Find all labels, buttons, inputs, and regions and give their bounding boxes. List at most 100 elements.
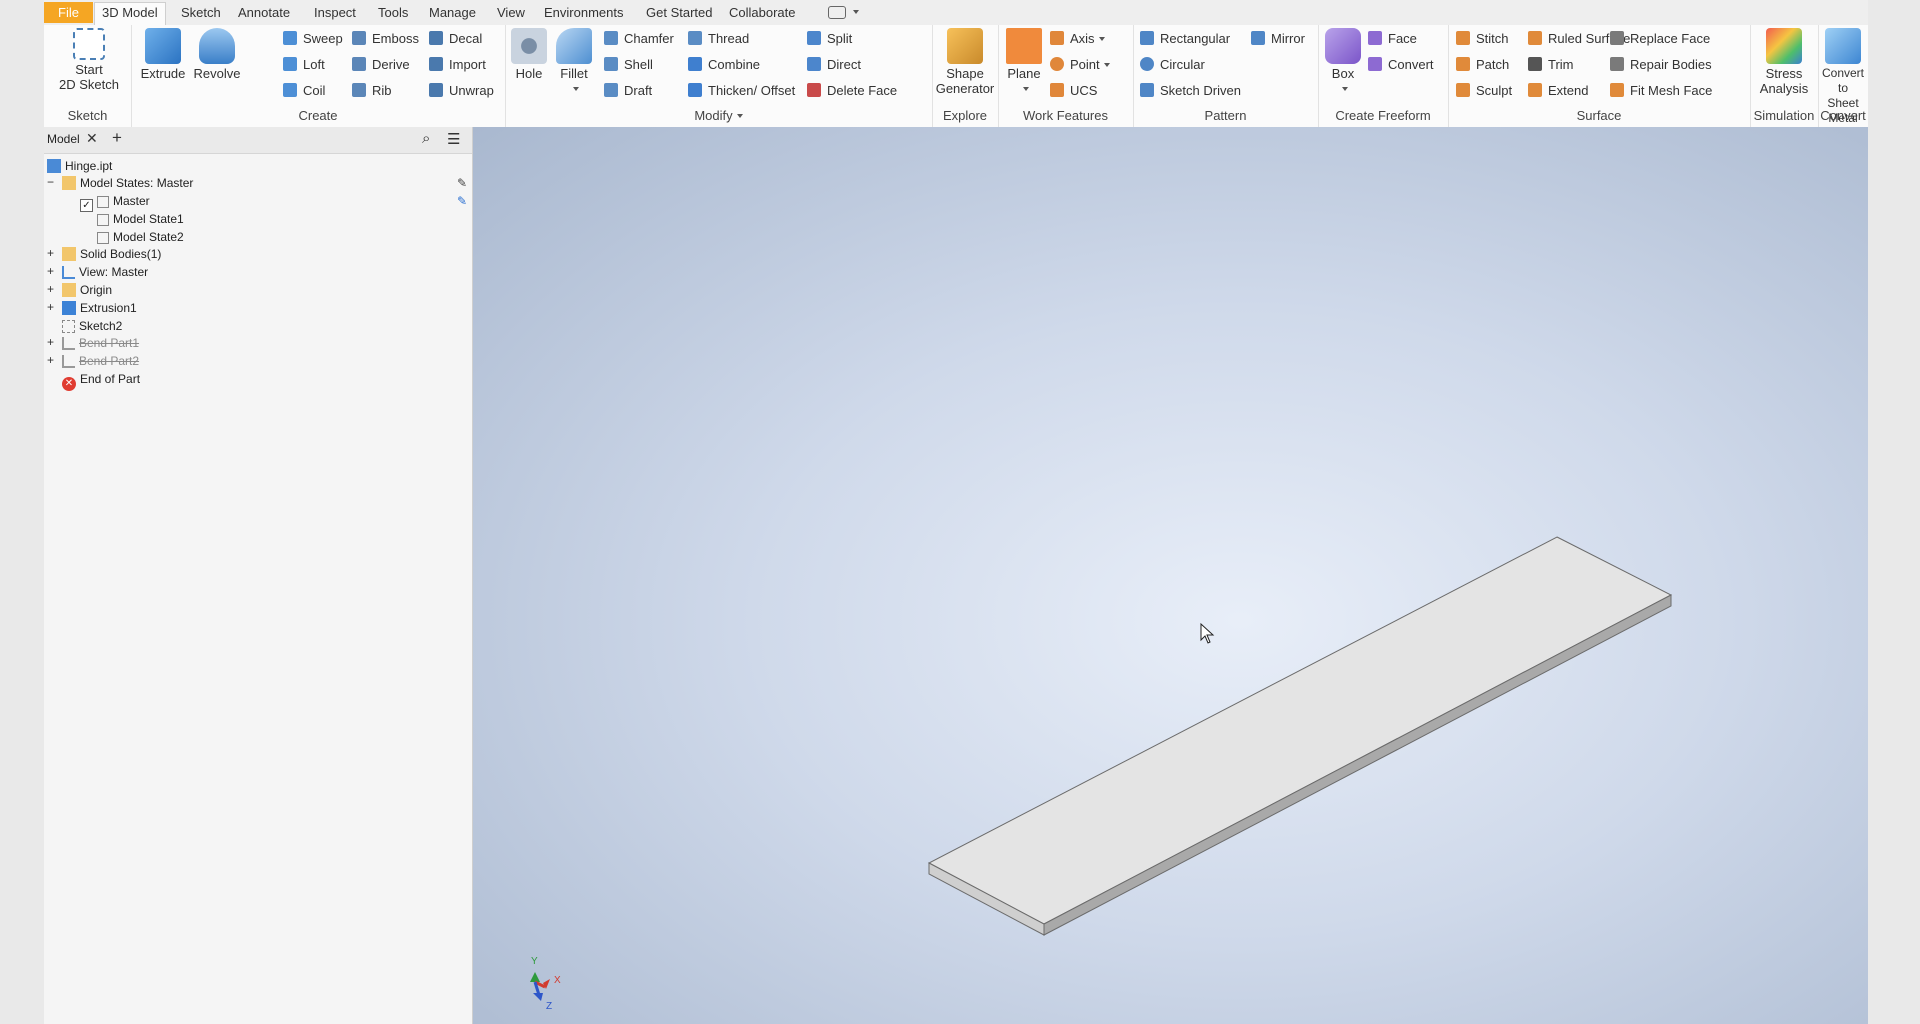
sweep-button[interactable]: Sweep — [283, 29, 343, 49]
rectangular-pattern-button[interactable]: Rectangular — [1140, 29, 1230, 49]
circular-pattern-button[interactable]: Circular — [1140, 55, 1205, 75]
graphics-viewport[interactable]: Y X Z — [473, 127, 1868, 1024]
shape-generator-button[interactable]: Shape Generator — [934, 28, 996, 96]
tree-item-master[interactable]: ✓ Master — [80, 191, 150, 212]
tree-item-solid-bodies[interactable]: Solid Bodies(1) — [62, 244, 161, 264]
coil-button[interactable]: Coil — [283, 81, 325, 101]
part-top-face[interactable] — [927, 536, 1673, 925]
expand-icon[interactable]: + — [47, 354, 56, 366]
shell-icon — [604, 57, 618, 71]
hole-icon — [511, 28, 547, 64]
edit-pencil-icon[interactable]: ✎ — [457, 176, 467, 190]
tab-3d-model[interactable]: 3D Model — [94, 2, 166, 25]
tree-item-model-states[interactable]: Model States: Master — [62, 173, 193, 193]
revolve-button[interactable]: Revolve — [191, 28, 243, 81]
hole-button[interactable]: Hole — [509, 28, 549, 81]
thicken-offset-button[interactable]: Thicken/ Offset — [688, 81, 795, 101]
plane-button[interactable]: Plane — [1004, 28, 1044, 96]
panel-title-modify[interactable]: Modify — [505, 108, 932, 123]
rib-button[interactable]: Rib — [352, 81, 392, 101]
expand-icon[interactable]: + — [47, 336, 56, 348]
split-button[interactable]: Split — [807, 29, 852, 49]
panel-simulation: Stress Analysis Simulation — [1750, 25, 1819, 127]
tab-inspect[interactable]: Inspect — [307, 3, 363, 22]
expand-icon[interactable]: + — [47, 247, 56, 259]
tab-manage[interactable]: Manage — [422, 3, 483, 22]
tab-environments[interactable]: Environments — [537, 3, 630, 22]
close-icon[interactable]: ✕ — [86, 130, 98, 147]
combine-button[interactable]: Combine — [688, 55, 760, 75]
sculpt-button[interactable]: Sculpt — [1456, 81, 1512, 101]
loft-button[interactable]: Loft — [283, 55, 325, 75]
shell-button[interactable]: Shell — [604, 55, 653, 75]
emboss-button[interactable]: Emboss — [352, 29, 419, 49]
decal-button[interactable]: Decal — [429, 29, 482, 49]
tree-item-end-of-part[interactable]: ✕ End of Part — [62, 369, 140, 391]
import-button[interactable]: Import — [429, 55, 486, 75]
mirror-icon — [1251, 31, 1265, 45]
panel-title-work-features: Work Features — [1022, 108, 1108, 123]
box-button[interactable]: Box — [1324, 28, 1362, 96]
tree-item-bend-part1[interactable]: Bend Part1 — [62, 333, 139, 353]
mirror-button[interactable]: Mirror — [1251, 29, 1305, 49]
browser-header: Model ✕ + ⌕ ☰ — [44, 127, 472, 154]
loft-icon — [283, 57, 297, 71]
stitch-button[interactable]: Stitch — [1456, 29, 1509, 49]
panel-title-explore: Explore — [942, 108, 988, 123]
tree-item-bend-part2[interactable]: Bend Part2 — [62, 351, 139, 371]
expand-icon[interactable]: + — [47, 265, 56, 277]
triad-z-label: Z — [546, 1001, 553, 1012]
tab-collaborate[interactable]: Collaborate — [722, 3, 803, 22]
face-icon — [1368, 31, 1382, 45]
direct-button[interactable]: Direct — [807, 55, 861, 75]
axis-button[interactable]: Axis — [1050, 29, 1105, 49]
edit-pencil-blue-icon[interactable]: ✎ — [457, 194, 467, 208]
expand-icon[interactable]: + — [47, 283, 56, 295]
delete-face-button[interactable]: Delete Face — [807, 81, 897, 101]
unwrap-button[interactable]: Unwrap — [429, 81, 494, 101]
sketch-icon — [62, 320, 75, 333]
plane-caret-icon[interactable] — [1023, 87, 1029, 91]
tab-sketch[interactable]: Sketch — [174, 3, 228, 22]
menu-icon[interactable]: ☰ — [447, 130, 460, 148]
face-button[interactable]: Face — [1368, 29, 1417, 49]
model-state-icon — [97, 232, 109, 244]
box-caret-icon[interactable] — [1342, 87, 1348, 91]
search-icon[interactable]: ⌕ — [422, 130, 430, 147]
add-tab-icon[interactable]: + — [112, 128, 122, 148]
ribbon-display-caret-icon[interactable] — [853, 10, 859, 14]
tree-item-extrusion1[interactable]: Extrusion1 — [62, 298, 137, 318]
replace-face-button[interactable]: Replace Face — [1610, 29, 1710, 49]
tab-tools[interactable]: Tools — [371, 3, 415, 22]
tab-annotate[interactable]: Annotate — [231, 3, 297, 22]
ucs-button[interactable]: UCS — [1050, 81, 1097, 101]
browser-tab-model[interactable]: Model — [47, 132, 80, 146]
extend-button[interactable]: Extend — [1528, 81, 1588, 101]
thread-button[interactable]: Thread — [688, 29, 749, 49]
checkbox-icon[interactable]: ✓ — [80, 199, 93, 212]
tab-file[interactable]: File — [44, 2, 93, 23]
stress-analysis-button[interactable]: Stress Analysis — [1754, 28, 1814, 96]
extrude-button[interactable]: Extrude — [140, 28, 186, 81]
collapse-icon[interactable]: − — [47, 176, 56, 188]
tree-item-view-master[interactable]: View: Master — [62, 262, 148, 282]
draft-button[interactable]: Draft — [604, 81, 652, 101]
expand-icon[interactable]: + — [47, 301, 56, 313]
ribbon-display-icon[interactable] — [828, 6, 846, 19]
patch-button[interactable]: Patch — [1456, 55, 1509, 75]
sketch-driven-pattern-button[interactable]: Sketch Driven — [1140, 81, 1241, 101]
start-2d-sketch-button[interactable]: Start 2D Sketch — [54, 28, 124, 92]
fillet-button[interactable]: Fillet — [553, 28, 595, 96]
tab-get-started[interactable]: Get Started — [639, 3, 719, 22]
derive-button[interactable]: Derive — [352, 55, 410, 75]
tree-item-origin[interactable]: Origin — [62, 280, 112, 300]
trim-button[interactable]: Trim — [1528, 55, 1574, 75]
tab-view[interactable]: View — [490, 3, 532, 22]
fillet-caret-icon[interactable] — [573, 87, 579, 91]
chamfer-button[interactable]: Chamfer — [604, 29, 674, 49]
repair-bodies-button[interactable]: Repair Bodies — [1610, 55, 1712, 75]
point-button[interactable]: Point — [1050, 55, 1110, 75]
fit-mesh-face-button[interactable]: Fit Mesh Face — [1610, 81, 1712, 101]
convert-button[interactable]: Convert — [1368, 55, 1434, 75]
tree-item-model-state1[interactable]: Model State1 — [97, 209, 184, 229]
